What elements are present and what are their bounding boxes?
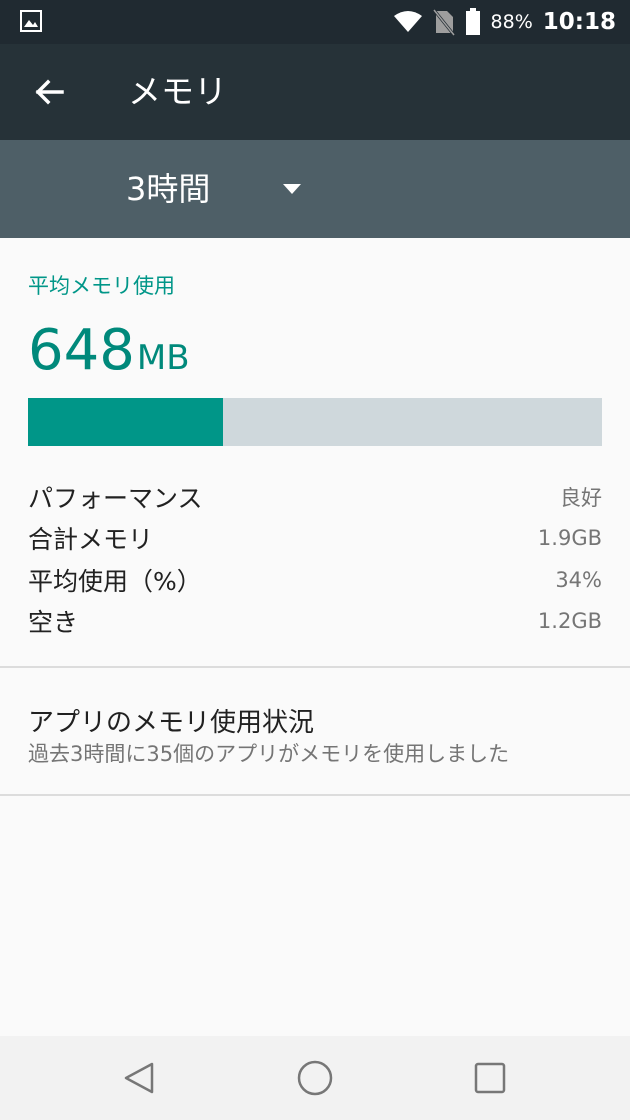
stat-label: 空き bbox=[28, 608, 79, 638]
wifi-icon bbox=[393, 11, 422, 32]
average-memory-value: 648MB bbox=[28, 316, 190, 399]
app-memory-usage-item[interactable]: アプリのメモリ使用状況 過去3時間に35個のアプリがメモリを使用しました bbox=[0, 666, 630, 796]
app-memory-usage-title: アプリのメモリ使用状況 bbox=[28, 708, 315, 738]
battery-percent: 88% bbox=[490, 11, 533, 33]
stat-row-average-usage: 平均使用（%） 34% bbox=[28, 559, 602, 601]
stat-value: 1.2GB bbox=[537, 609, 602, 634]
clock: 10:18 bbox=[542, 9, 616, 35]
home-circle-icon[interactable] bbox=[293, 1056, 337, 1100]
navigation-bar bbox=[0, 1036, 630, 1120]
average-memory-label: 平均メモリ使用 bbox=[28, 274, 175, 298]
stat-label: パフォーマンス bbox=[28, 483, 203, 513]
app-memory-usage-subtitle: 過去3時間に35個のアプリがメモリを使用しました bbox=[28, 742, 510, 766]
stat-row-free: 空き 1.2GB bbox=[28, 601, 602, 643]
period-dropdown[interactable]: 3時間 bbox=[110, 160, 320, 218]
stat-label: 合計メモリ bbox=[28, 525, 154, 555]
memory-usage-fill bbox=[28, 398, 224, 446]
stat-label: 平均使用（%） bbox=[28, 566, 202, 596]
arrow-left-icon[interactable] bbox=[28, 70, 72, 114]
stat-value: 1.9GB bbox=[537, 526, 602, 551]
stat-value: 良好 bbox=[560, 485, 602, 510]
memory-usage-bar bbox=[28, 398, 602, 446]
battery-icon bbox=[465, 8, 480, 35]
page-title: メモリ bbox=[128, 72, 227, 111]
period-selected-label: 3時間 bbox=[126, 170, 211, 208]
stat-row-performance: パフォーマンス 良好 bbox=[28, 476, 602, 518]
average-memory-number: 648 bbox=[28, 318, 135, 383]
no-sim-icon bbox=[432, 9, 455, 36]
stat-value: 34% bbox=[555, 567, 602, 592]
app-bar: メモリ bbox=[0, 44, 630, 140]
image-notification-icon bbox=[20, 10, 42, 32]
period-bar: 3時間 bbox=[0, 140, 630, 238]
divider bbox=[0, 794, 630, 796]
status-bar: 88% 10:18 bbox=[0, 0, 630, 44]
memory-stats: パフォーマンス 良好 合計メモリ 1.9GB 平均使用（%） 34% 空き 1.… bbox=[28, 476, 602, 642]
stat-row-total-memory: 合計メモリ 1.9GB bbox=[28, 518, 602, 560]
back-triangle-icon[interactable] bbox=[118, 1056, 162, 1100]
average-memory-unit: MB bbox=[136, 338, 190, 378]
caret-down-icon bbox=[283, 184, 301, 194]
recents-square-icon[interactable] bbox=[468, 1056, 512, 1100]
